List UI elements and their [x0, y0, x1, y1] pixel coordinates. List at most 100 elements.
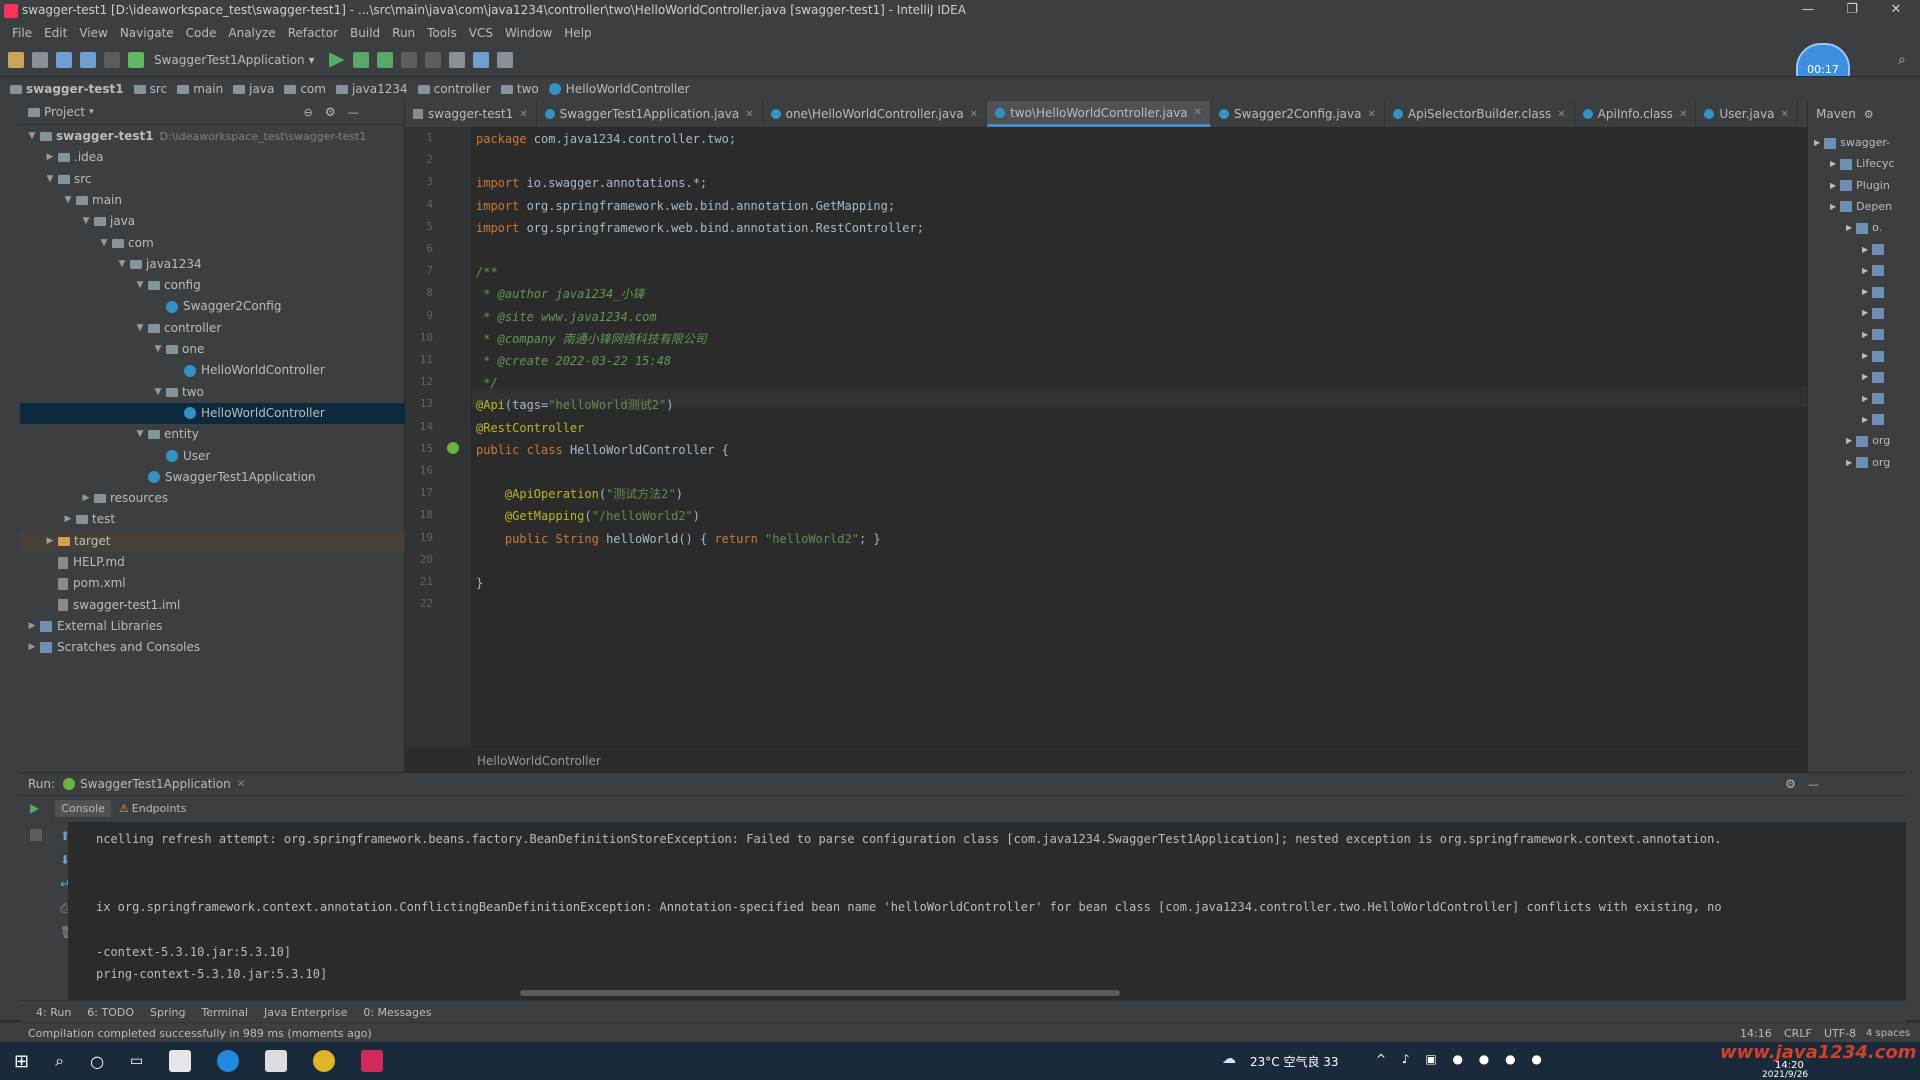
chevron-right-icon[interactable]: ▶	[1862, 261, 1868, 281]
tree-item[interactable]: ▶ test	[20, 509, 445, 530]
breadcrumb-src[interactable]: src	[133, 82, 167, 96]
close-tab-icon[interactable]: ✕	[519, 109, 527, 120]
stop-icon[interactable]	[30, 829, 42, 841]
tray-icons[interactable]: ^ ♪ ▣ ● ● ● ●	[1376, 1052, 1548, 1066]
maven-panel-title[interactable]: Maven	[1816, 107, 1856, 121]
editor-tab[interactable]: swagger-test1 ✕	[405, 101, 537, 127]
chevron-right-icon[interactable]: ▶	[1862, 389, 1868, 409]
maven-tree-item[interactable]: ▶	[1862, 346, 1888, 366]
build-icon[interactable]	[128, 52, 144, 68]
chevron-right-icon[interactable]: ▶	[1830, 197, 1836, 217]
chevron-right-icon[interactable]: ▶	[1846, 218, 1852, 238]
save-icon[interactable]	[32, 52, 48, 68]
maven-tree-item[interactable]: ▶ org	[1846, 431, 1890, 451]
chevron-right-icon[interactable]: ▶	[1846, 453, 1852, 473]
profile-icon[interactable]	[400, 52, 417, 68]
chevron-right-icon[interactable]: ▶	[1862, 367, 1868, 387]
edge-icon[interactable]	[217, 1050, 240, 1072]
forward-icon[interactable]	[104, 52, 120, 68]
maven-tree-item[interactable]: ▶	[1862, 303, 1888, 323]
tree-item[interactable]: ▶ resources	[20, 488, 463, 509]
tree-item[interactable]: swagger-test1.iml	[20, 595, 427, 616]
close-tab-icon[interactable]: ✕	[1557, 109, 1565, 120]
chevron-down-icon[interactable]: ▼	[134, 318, 146, 339]
chevron-right-icon[interactable]: ▶	[1846, 431, 1852, 451]
app-icon[interactable]	[169, 1050, 192, 1072]
maven-tree-item[interactable]: ▶	[1862, 240, 1888, 260]
maven-tree-item[interactable]: ▶	[1862, 410, 1888, 430]
menu-run[interactable]: Run	[392, 26, 415, 40]
tool-tab-run[interactable]: 4: Run	[36, 1006, 71, 1019]
minimize-button[interactable]: —	[1788, 2, 1828, 17]
weather-text[interactable]: 23°C 空气良 33	[1250, 1053, 1339, 1070]
maven-tree-item[interactable]: ▶	[1862, 367, 1888, 387]
indent-setting[interactable]: 4 spaces	[1866, 1028, 1910, 1039]
menu-vcs[interactable]: VCS	[469, 26, 493, 40]
menu-help[interactable]: Help	[564, 26, 591, 40]
gear-icon[interactable]: ⚙	[1785, 777, 1796, 791]
tree-item[interactable]: ▶ target	[20, 530, 427, 552]
close-tab-icon[interactable]: ✕	[1679, 109, 1687, 120]
tree-item[interactable]: ▼ swagger-test1 D:\ideaworkspace_test\swag…	[20, 126, 409, 147]
chevron-right-icon[interactable]: ▶	[1862, 303, 1868, 323]
maximize-button[interactable]: ❐	[1832, 2, 1872, 17]
chevron-right-icon[interactable]: ▶	[1862, 282, 1868, 302]
start-icon[interactable]: ⊞	[14, 1051, 29, 1072]
run-icon[interactable]	[328, 52, 345, 68]
tree-item[interactable]: HELP.md	[20, 552, 427, 573]
tree-item[interactable]: ▶ External Libraries	[20, 616, 409, 637]
rerun-icon[interactable]: ▶	[30, 801, 39, 815]
chevron-right-icon[interactable]: ▶	[1814, 133, 1820, 153]
editor-tab[interactable]: SwaggerTest1Application.java ✕	[537, 101, 763, 127]
maven-tree-item[interactable]: ▶ swagger-	[1814, 133, 1890, 153]
maven-tree-item[interactable]: ▶	[1862, 389, 1888, 409]
menu-build[interactable]: Build	[350, 26, 380, 40]
run-config-tab[interactable]: SwaggerTest1Application	[80, 777, 231, 791]
project-panel-title[interactable]: Project	[44, 105, 85, 119]
chevron-down-icon[interactable]: ▼	[152, 382, 164, 403]
editor-tab[interactable]: ApiInfo.class ✕	[1575, 101, 1697, 127]
editor-tab[interactable]: ApiSelectorBuilder.class ✕	[1385, 101, 1575, 127]
close-icon[interactable]: ✕	[237, 779, 245, 790]
task-view-icon[interactable]: ▭	[130, 1053, 143, 1069]
menu-edit[interactable]: Edit	[44, 26, 67, 40]
close-button[interactable]: ✕	[1876, 2, 1916, 17]
tool-tab-todo[interactable]: 6: TODO	[87, 1006, 134, 1019]
cursor-position[interactable]: 14:16	[1740, 1027, 1772, 1040]
hide-panel-icon[interactable]: —	[348, 106, 359, 119]
close-tab-icon[interactable]: ✕	[970, 109, 978, 120]
hide-panel-icon[interactable]: —	[1808, 778, 1819, 791]
menu-window[interactable]: Window	[505, 26, 552, 40]
breadcrumb-module[interactable]: swagger-test1	[10, 82, 124, 96]
editor-breadcrumb-label[interactable]: HelloWorldController	[477, 754, 601, 768]
console-output[interactable]: ncelling refresh attempt: org.springfram…	[68, 822, 1906, 1000]
menu-view[interactable]: View	[79, 26, 107, 40]
chevron-right-icon[interactable]: ▶	[26, 637, 38, 658]
chevron-down-icon[interactable]: ▼	[134, 424, 146, 445]
structure-icon[interactable]	[472, 52, 489, 68]
back-icon[interactable]	[80, 52, 96, 68]
menu-tools[interactable]: Tools	[427, 26, 457, 40]
editor-tab[interactable]: one\HelloWorldController.java ✕	[763, 101, 988, 127]
menu-analyze[interactable]: Analyze	[228, 26, 275, 40]
debug-icon[interactable]	[352, 52, 369, 68]
close-tab-icon[interactable]: ✕	[745, 109, 753, 120]
maven-tree-item[interactable]: ▶	[1862, 325, 1888, 345]
maven-tree-item[interactable]: ▶	[1862, 261, 1888, 281]
editor-tab[interactable]: User.java ✕	[1696, 101, 1798, 127]
chevron-right-icon[interactable]: ▶	[1862, 325, 1868, 345]
chevron-down-icon[interactable]: ▼	[62, 190, 74, 211]
breadcrumb-java1234[interactable]: java1234	[335, 82, 408, 96]
close-tab-icon[interactable]: ✕	[1781, 109, 1789, 120]
tool-tab-terminal[interactable]: Terminal	[202, 1006, 249, 1019]
console-horizontal-scrollbar[interactable]	[520, 990, 1120, 996]
endpoints-tab[interactable]: Endpoints	[132, 802, 187, 815]
maven-tree-item[interactable]: ▶ org	[1846, 453, 1890, 473]
gear-icon[interactable]: ⚙	[325, 105, 336, 119]
code-editor[interactable]: package com.java1234.controller.two; impo…	[472, 127, 1812, 747]
breadcrumb-com[interactable]: com	[284, 82, 326, 96]
menu-file[interactable]: File	[12, 26, 32, 40]
breadcrumb-two[interactable]: two	[500, 82, 539, 96]
settings-icon[interactable]	[496, 52, 513, 68]
search-everywhere-icon[interactable]: ⌕	[1898, 52, 1906, 68]
